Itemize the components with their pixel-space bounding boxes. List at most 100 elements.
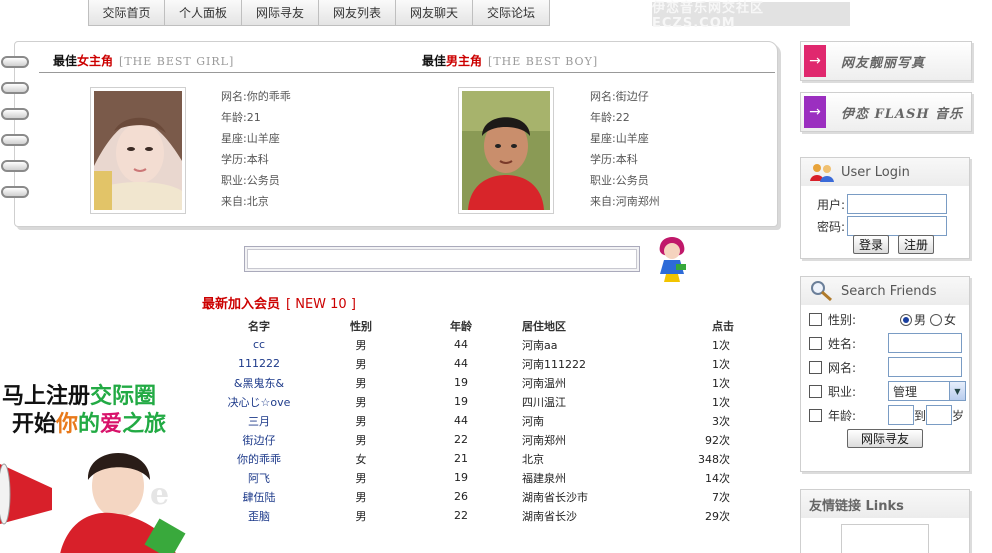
password-input[interactable] xyxy=(847,216,948,236)
bottom-section-title-partial xyxy=(202,546,206,553)
table-row[interactable]: &黑鬼东& 男 19 河南温州 1次 xyxy=(202,373,762,392)
tab-forum[interactable]: 交际论坛 xyxy=(473,0,550,26)
link-logo-slot[interactable] xyxy=(841,524,929,553)
find-friends-button[interactable]: 网际寻友 xyxy=(847,429,923,448)
table-row[interactable]: cc 男 44 河南aa 1次 xyxy=(202,335,762,354)
tab-friend-list[interactable]: 网友列表 xyxy=(319,0,396,26)
tab-find-friends[interactable]: 网际寻友 xyxy=(242,0,319,26)
member-age: 19 xyxy=(454,471,468,484)
gender-checkbox[interactable] xyxy=(809,313,822,326)
member-name[interactable]: 街边仔 xyxy=(202,430,316,449)
member-name[interactable]: cc xyxy=(202,335,316,354)
job-select-value: 管理 xyxy=(893,384,918,399)
job-row: 职业: 管理 ▼ xyxy=(809,381,966,401)
member-clicks: 1次 xyxy=(712,357,730,371)
arrow-right-icon: → xyxy=(804,45,826,77)
member-name[interactable]: 肆伍陆 xyxy=(202,487,316,506)
boy-sign: 星座:山羊座 xyxy=(590,132,649,145)
member-clicks: 7次 xyxy=(712,490,730,504)
member-clicks: 1次 xyxy=(712,376,730,390)
photo-gallery-button[interactable]: → 网友靓丽写真 xyxy=(800,41,972,81)
top-nav: 交际首页 个人面板 网际寻友 网友列表 网友聊天 交际论坛 xyxy=(88,0,550,26)
member-name[interactable]: &黑鬼东& xyxy=(202,373,316,392)
age-to-input[interactable] xyxy=(926,405,953,425)
table-row[interactable]: 歪脑 男 22 湖南省长沙 29次 xyxy=(202,506,762,525)
table-row[interactable]: 111222 男 44 河南111222 1次 xyxy=(202,354,762,373)
boy-job: 职业:公务员 xyxy=(590,174,649,187)
member-name[interactable]: 决心じ☆ove xyxy=(202,392,316,411)
best-boy-profile: 网名:街边仔 年龄:22 星座:山羊座 学历:本科 职业:公务员 来自:河南郑州 xyxy=(590,86,660,212)
username-label: 用户: xyxy=(817,197,846,212)
female-radio[interactable] xyxy=(930,313,943,326)
table-row[interactable]: 街边仔 男 22 河南郑州 92次 xyxy=(202,430,762,449)
table-row[interactable]: 三月 男 44 河南 3次 xyxy=(202,411,762,430)
register-button[interactable]: 注册 xyxy=(898,235,934,254)
boy-age: 年龄:22 xyxy=(590,111,630,124)
member-name[interactable]: 你的乖乖 xyxy=(202,449,316,468)
job-checkbox[interactable] xyxy=(809,384,822,398)
boy-education: 学历:本科 xyxy=(590,153,638,166)
name-input[interactable] xyxy=(888,333,962,353)
magnifier-icon xyxy=(809,280,835,302)
best-girl-photo[interactable] xyxy=(90,87,186,214)
member-name[interactable]: 歪脑 xyxy=(202,506,316,525)
name-checkbox[interactable] xyxy=(809,336,822,350)
member-gender: 女 xyxy=(355,452,367,466)
table-row[interactable]: 决心じ☆ove 男 19 四川温江 1次 xyxy=(202,392,762,411)
male-radio[interactable] xyxy=(900,313,912,326)
register-promo-banner[interactable]: 马上注册交际圈 开始你的爱之旅 e xyxy=(0,364,202,553)
girl-from: 来自:北京 xyxy=(221,195,269,208)
member-name[interactable]: 111222 xyxy=(202,354,316,373)
site-banner-logo: 伊恋音乐网交社区 ECZS.COM xyxy=(652,1,850,31)
nickname-label: 网名: xyxy=(828,360,857,375)
best-boy-photo[interactable] xyxy=(458,87,554,214)
nickname-checkbox[interactable] xyxy=(809,360,822,374)
age-checkbox[interactable] xyxy=(809,408,822,422)
member-gender: 男 xyxy=(355,395,367,409)
member-age: 19 xyxy=(454,376,468,389)
table-row[interactable]: 肆伍陆 男 26 湖南省长沙市 7次 xyxy=(202,487,762,506)
member-age: 44 xyxy=(454,338,468,351)
friend-links-box: 友情链接 Links xyxy=(800,489,970,553)
tab-chat[interactable]: 网友聊天 xyxy=(396,0,473,26)
member-name[interactable]: 阿飞 xyxy=(202,468,316,487)
notebook-rings xyxy=(1,56,31,212)
flash-music-button[interactable]: → 伊恋 FLASH 音乐 xyxy=(800,92,972,132)
username-input[interactable] xyxy=(847,194,948,214)
best-girl-heading: 最佳女主角 [THE BEST GIRL] xyxy=(53,54,235,68)
member-gender: 男 xyxy=(355,471,367,485)
table-row[interactable]: 你的乖乖 女 21 北京 348次 xyxy=(202,449,762,468)
member-gender: 男 xyxy=(355,490,367,504)
member-gender: 男 xyxy=(355,376,367,390)
gender-row: 性别: 男 女 xyxy=(809,311,956,328)
age-label: 年龄: xyxy=(828,408,857,423)
best-girl-profile: 网名:你的乖乖 年龄:21 星座:山羊座 学历:本科 职业:公务员 来自:北京 xyxy=(221,86,291,212)
table-row[interactable]: 阿飞 男 19 福建泉州 14次 xyxy=(202,468,762,487)
member-age: 44 xyxy=(454,357,468,370)
member-region: 福建泉州 xyxy=(522,471,566,485)
search-input[interactable] xyxy=(247,249,637,269)
member-gender: 男 xyxy=(355,414,367,428)
col-clicks: 点击 xyxy=(712,319,734,333)
search-friends-box: Search Friends 性别: 男 女 姓名: 网名: 职业: 管理 ▼ … xyxy=(800,276,970,472)
nickname-input[interactable] xyxy=(888,357,962,377)
col-age: 年龄 xyxy=(450,319,472,333)
password-label: 密码: xyxy=(817,219,846,234)
login-button[interactable]: 登录 xyxy=(853,235,889,254)
best-boy-heading: 最佳男主角 [THE BEST BOY] xyxy=(422,54,599,68)
female-label: 女 xyxy=(944,313,957,327)
girl-education: 学历:本科 xyxy=(221,153,269,166)
tab-home[interactable]: 交际首页 xyxy=(88,0,165,26)
photo-gallery-label: 网友靓丽写真 xyxy=(841,56,926,71)
boy-nickname: 网名:街边仔 xyxy=(590,90,649,103)
member-clicks: 348次 xyxy=(698,452,730,466)
member-gender: 男 xyxy=(355,433,367,447)
job-select[interactable]: 管理 ▼ xyxy=(888,381,966,401)
age-from-input[interactable] xyxy=(888,405,914,425)
member-name[interactable]: 三月 xyxy=(202,411,316,430)
mascot-icon xyxy=(652,234,692,284)
col-region: 居住地区 xyxy=(522,319,566,333)
tab-personal-panel[interactable]: 个人面板 xyxy=(165,0,242,26)
member-clicks: 14次 xyxy=(705,471,730,485)
member-clicks: 92次 xyxy=(705,433,730,447)
